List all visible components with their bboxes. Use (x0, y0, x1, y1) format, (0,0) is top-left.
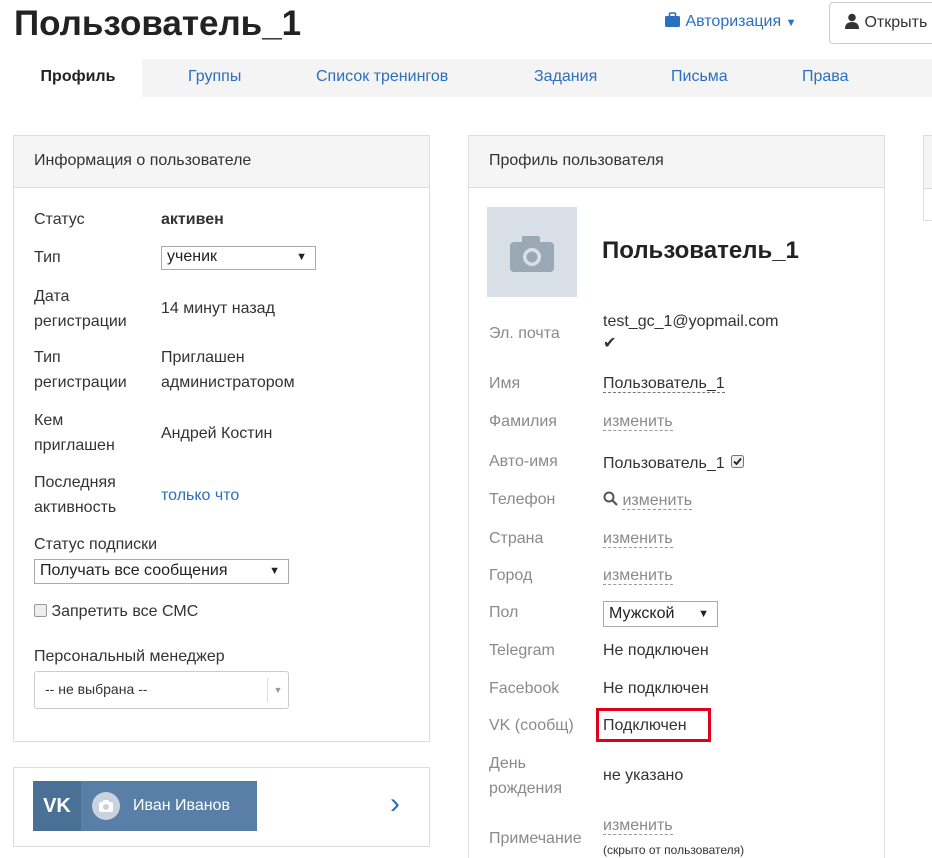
note-hint: (скрыто от пользователя) (603, 843, 745, 857)
gender-select[interactable]: Мужской ▼ (603, 601, 718, 627)
camera-icon (510, 236, 554, 272)
tab-bar: Профиль Группы Список тренингов Задания … (14, 59, 932, 97)
facebook-label: Facebook (489, 680, 560, 697)
tab-tasks[interactable]: Задания (534, 59, 597, 97)
block-sms-label: Запретить все СМС (51, 603, 199, 620)
user-info-title: Информация о пользователе (14, 136, 429, 188)
chevron-right-icon[interactable]: › (390, 788, 400, 820)
phone-label: Телефон (489, 491, 556, 508)
type-label: Тип (34, 249, 61, 266)
note-edit-link[interactable]: изменить (603, 817, 673, 835)
search-icon (603, 491, 618, 506)
email-verified-icon: ✔ (603, 335, 617, 352)
auth-dropdown[interactable]: Авторизация ▼ (664, 12, 797, 31)
open-label: Открыть (864, 14, 928, 31)
type-select[interactable]: ученик ▼ (161, 246, 316, 270)
block-sms-row[interactable]: Запретить все СМС (34, 599, 198, 624)
checkbox-checked-icon[interactable] (731, 455, 745, 468)
reg-type-label-2: регистрации (34, 374, 127, 391)
tab-rights[interactable]: Права (802, 59, 849, 97)
gender-value: Мужской (609, 605, 675, 622)
auto-name-row: Пользователь_1 (603, 451, 745, 476)
reg-type-label-1: Тип (34, 349, 61, 366)
profile-title: Профиль пользователя (469, 136, 884, 188)
caret-down-icon: ▼ (269, 565, 280, 577)
auto-name-label: Авто-имя (489, 453, 558, 470)
caret-down-icon: ▼ (698, 608, 709, 620)
auth-label: Авторизация (685, 13, 782, 30)
reg-date-label-2: регистрации (34, 313, 127, 330)
camera-icon (99, 800, 113, 812)
vk-logo-icon: VK (33, 781, 81, 831)
last-activity-value[interactable]: только что (161, 483, 239, 508)
country-edit-link[interactable]: изменить (603, 530, 673, 548)
block-sms-checkbox[interactable] (34, 604, 47, 617)
caret-down-icon: ▼ (785, 17, 797, 29)
side-panel-edge (923, 135, 932, 221)
page-title: Пользователь_1 (14, 4, 302, 43)
user-icon (845, 13, 859, 29)
manager-label: Персональный менеджер (34, 648, 225, 665)
reg-type-value-1: Приглашен (161, 349, 245, 366)
gender-label: Пол (489, 604, 519, 621)
city-label: Город (489, 567, 533, 584)
birthday-label-1: День (489, 755, 526, 772)
type-select-value: ученик (167, 248, 218, 265)
city-edit-link[interactable]: изменить (603, 567, 673, 585)
subscription-value: Получать все сообщения (40, 562, 228, 579)
facebook-value: Не подключен (603, 680, 709, 697)
email-label: Эл. почта (489, 325, 560, 342)
side-panel-head (924, 136, 932, 189)
vk-account-button[interactable]: VK Иван Иванов (33, 781, 257, 831)
manager-select[interactable]: -- не выбрана -- ▼ (34, 671, 289, 709)
vk-account-name: Иван Иванов (133, 797, 230, 814)
user-info-panel: Информация о пользователе Статус активен… (13, 135, 430, 742)
last-name-label: Фамилия (489, 413, 557, 430)
profile-name: Пользователь_1 (602, 237, 799, 264)
invited-value: Андрей Костин (161, 425, 273, 442)
status-label: Статус (34, 211, 85, 228)
last-name-edit-link[interactable]: изменить (603, 413, 673, 431)
vk-status-highlight (596, 708, 711, 742)
invited-label-1: Кем (34, 412, 64, 429)
tab-letters[interactable]: Письма (671, 59, 728, 97)
caret-down-icon: ▼ (296, 251, 307, 263)
briefcase-icon (665, 12, 680, 27)
tab-trainings[interactable]: Список тренингов (316, 59, 448, 97)
reg-type-value-2: администратором (161, 374, 295, 391)
auto-name-value: Пользователь_1 (603, 455, 725, 472)
email-value: test_gc_1@yopmail.com (603, 313, 779, 330)
first-name-label: Имя (489, 375, 521, 392)
telegram-label: Telegram (489, 642, 555, 659)
last-activity-label-1: Последняя (34, 474, 116, 491)
subscription-select[interactable]: Получать все сообщения ▼ (34, 559, 289, 584)
caret-down-icon: ▼ (267, 678, 288, 702)
country-label: Страна (489, 530, 544, 547)
reg-date-value: 14 минут назад (161, 300, 275, 317)
last-activity-label-2: активность (34, 499, 117, 516)
phone-edit-link[interactable]: изменить (622, 492, 693, 510)
telegram-value: Не подключен (603, 642, 709, 659)
tab-profile[interactable]: Профиль (14, 59, 142, 97)
status-value: активен (161, 211, 224, 228)
manager-value: -- не выбрана -- (45, 681, 148, 697)
subscription-label: Статус подписки (34, 536, 158, 553)
phone-row: изменить (603, 488, 693, 513)
open-button[interactable]: Открыть (829, 2, 932, 44)
first-name-value[interactable]: Пользователь_1 (603, 375, 725, 393)
vk-label: VK (сообщ) (489, 717, 574, 734)
profile-photo[interactable] (487, 207, 577, 297)
invited-label-2: приглашен (34, 437, 115, 454)
birthday-label-2: рождения (489, 780, 562, 797)
birthday-value: не указано (603, 767, 684, 784)
reg-date-label-1: Дата (34, 288, 70, 305)
tab-groups[interactable]: Группы (188, 59, 241, 97)
avatar (92, 792, 120, 820)
note-label: Примечание (489, 830, 582, 847)
